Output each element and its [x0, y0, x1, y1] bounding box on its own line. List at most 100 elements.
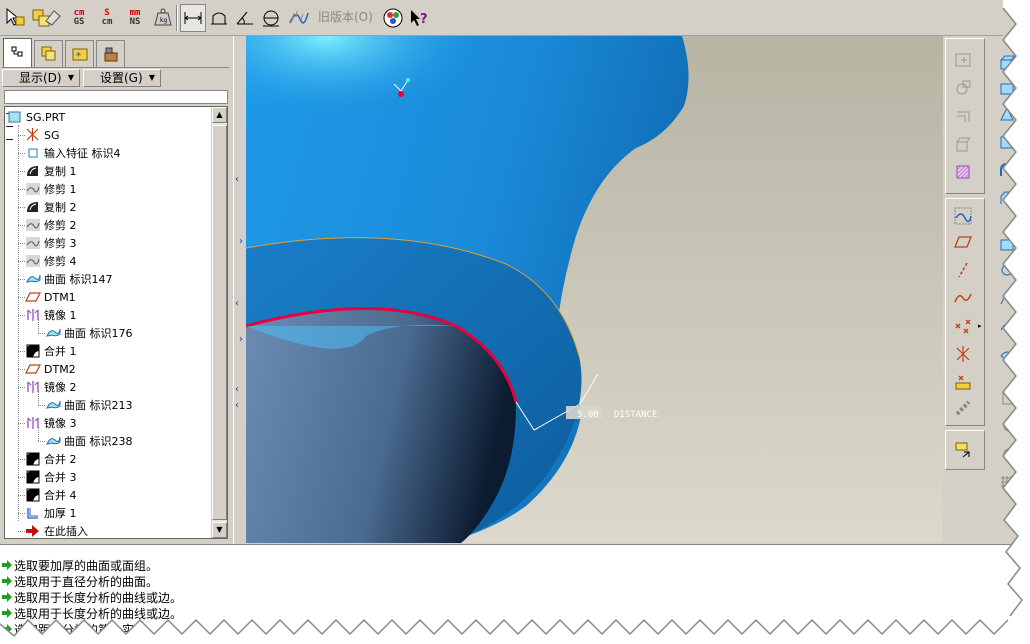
revolve-icon[interactable]	[993, 76, 1021, 100]
region-select-icon[interactable]	[949, 160, 977, 184]
dimension-value: 5.00	[577, 410, 599, 420]
unit-cm-gs-button[interactable]: cm GS	[66, 4, 92, 32]
flyout-arrow-icon[interactable]: ▸	[978, 322, 982, 330]
tree-item[interactable]: 合并 2	[25, 450, 77, 468]
tab-layers[interactable]	[34, 40, 63, 67]
trim-icon	[25, 181, 41, 197]
datum-csys-icon[interactable]	[949, 342, 977, 366]
scroll-up-icon[interactable]: ▲	[212, 107, 227, 123]
datum-plane-icon	[25, 361, 41, 377]
sweep-icon[interactable]	[993, 102, 1021, 126]
box-sketch-icon[interactable]	[949, 132, 977, 156]
eraser-icon[interactable]	[40, 4, 66, 32]
tree-item[interactable]: 曲面 标识213	[45, 396, 133, 414]
draft-icon[interactable]	[993, 314, 1021, 338]
settings-dropdown[interactable]: 设置(G) ▼	[83, 69, 161, 87]
tree-item[interactable]: 加厚 1	[25, 504, 77, 522]
collapse-arrow-icon[interactable]: ‹	[235, 400, 239, 411]
expand-arrow-icon[interactable]: ›	[239, 334, 243, 345]
round-icon[interactable]	[993, 158, 1021, 182]
grid-icon[interactable]	[993, 470, 1021, 494]
model-3d-view[interactable]: 5.00 DISTANCE	[246, 36, 943, 543]
tree-item[interactable]: 合并 4	[25, 486, 77, 504]
tree-item-label: 合并 4	[44, 489, 77, 502]
extrude-icon[interactable]	[993, 50, 1021, 74]
datum-curve-icon[interactable]	[949, 286, 977, 310]
tree-item[interactable]: 镜像 3	[25, 414, 77, 432]
mass-properties-icon[interactable]: kg	[150, 4, 176, 32]
tree-item[interactable]: 在此插入	[25, 522, 88, 538]
unit-mm-ns-button[interactable]: mm NS	[122, 4, 148, 32]
measure-diameter-icon[interactable]	[258, 4, 284, 32]
measure-distance-icon[interactable]	[180, 4, 206, 32]
collapse-arrow-icon[interactable]: ‹	[235, 384, 239, 395]
tree-item[interactable]: 合并 1	[25, 342, 77, 360]
tree-item[interactable]: SG.PRT	[7, 108, 65, 126]
tree-item-label: 修剪 1	[44, 183, 77, 196]
tree-item[interactable]: 曲面 标识176	[45, 324, 133, 342]
select-icon[interactable]	[2, 4, 28, 32]
svg-text:?: ?	[420, 12, 428, 27]
tab-tools[interactable]	[96, 40, 125, 67]
tree-item[interactable]: DTM1	[25, 288, 76, 306]
tree-item[interactable]: 曲面 标识147	[25, 270, 113, 288]
tree-item[interactable]: SG	[25, 126, 60, 144]
datum-axis-icon[interactable]	[949, 258, 977, 282]
blend-icon[interactable]	[993, 130, 1021, 154]
datum-point-icon[interactable]	[949, 314, 977, 338]
tree-item[interactable]: 复制 1	[25, 162, 77, 180]
spinal-bend-icon[interactable]	[993, 442, 1021, 466]
pattern-icon[interactable]	[993, 342, 1021, 366]
sketch-plane-icon[interactable]	[949, 48, 977, 72]
datum-display-icon[interactable]	[949, 204, 977, 228]
offset-sketch-icon[interactable]	[949, 104, 977, 128]
datum-plane-icon[interactable]	[949, 230, 977, 254]
hole-icon[interactable]	[993, 232, 1021, 256]
tab-model-tree[interactable]	[3, 38, 32, 67]
collapse-arrow-icon[interactable]: ‹	[235, 174, 239, 185]
tree-item[interactable]: 镜像 2	[25, 378, 77, 396]
rib-icon[interactable]	[993, 286, 1021, 310]
old-version-button[interactable]: 旧版本(O)	[318, 8, 373, 25]
tree-item[interactable]: 修剪 2	[25, 216, 77, 234]
measure-length-icon[interactable]	[206, 4, 232, 32]
tree-item[interactable]: 复制 2	[25, 198, 77, 216]
show-dropdown[interactable]: 显示(D) ▼	[2, 69, 80, 87]
analysis-feature-icon[interactable]	[949, 370, 977, 394]
unit-s-cm-button[interactable]: Scm	[94, 4, 120, 32]
tree-scrollbar[interactable]: ▲ ▼	[211, 107, 227, 538]
scroll-down-icon[interactable]: ▼	[212, 522, 227, 538]
tree-column-header	[4, 90, 228, 104]
layers-icon	[41, 46, 55, 61]
tree-item-label: 修剪 4	[44, 255, 77, 268]
message-area: 选取要加厚的曲面或面组。 选取用于直径分析的曲面。 选取用于长度分析的曲线或边。…	[0, 544, 1030, 644]
scroll-thumb[interactable]	[212, 125, 227, 520]
measure-angle-icon[interactable]	[232, 4, 258, 32]
color-appearance-icon[interactable]	[380, 4, 406, 32]
tree-item[interactable]: 输入特征 标识4	[25, 144, 121, 162]
message-text: 选取用于长度分析的曲线或边。	[14, 606, 183, 621]
context-help-icon[interactable]: ?	[406, 4, 432, 32]
toroidal-bend-icon[interactable]	[993, 414, 1021, 438]
inner-bore-surface[interactable]	[246, 308, 516, 544]
graphics-viewport[interactable]: 5.00 DISTANCE	[246, 36, 943, 543]
tree-item[interactable]: 镜像 1	[25, 306, 77, 324]
annotation-icon[interactable]	[949, 438, 977, 462]
chamfer-icon[interactable]	[993, 186, 1021, 210]
shell-icon[interactable]	[993, 258, 1021, 282]
tree-item[interactable]: DTM2	[25, 360, 76, 378]
curve-analysis-icon[interactable]	[286, 4, 312, 32]
tree-item[interactable]: 修剪 3	[25, 234, 77, 252]
tree-item[interactable]: 曲面 标识238	[45, 432, 133, 450]
green-arrow-icon	[2, 624, 12, 634]
tree-item[interactable]: 合并 3	[25, 468, 77, 486]
warp-icon[interactable]	[993, 386, 1021, 410]
tree-item[interactable]: 修剪 1	[25, 180, 77, 198]
expand-arrow-icon[interactable]: ›	[239, 236, 243, 247]
tab-favorites[interactable]: *	[65, 40, 94, 67]
panel-splitter[interactable]: ‹ › ‹ › ‹ ‹	[233, 36, 246, 544]
circle-sketch-icon[interactable]	[949, 76, 977, 100]
chain-icon[interactable]	[949, 396, 977, 420]
tree-item[interactable]: 修剪 4	[25, 252, 77, 270]
collapse-arrow-icon[interactable]: ‹	[235, 298, 239, 309]
